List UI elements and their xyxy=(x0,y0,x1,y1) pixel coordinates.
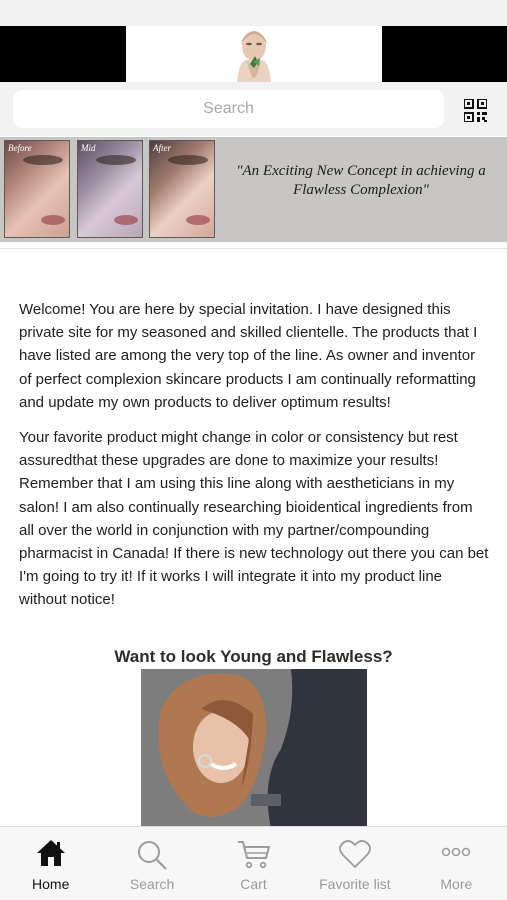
tab-cart[interactable]: Cart xyxy=(203,827,304,900)
search-bar xyxy=(0,84,507,136)
owner-photo xyxy=(141,669,367,829)
mid-label: Mid xyxy=(81,143,96,153)
tab-favorite-label: Favorite list xyxy=(319,876,391,892)
promo-banner[interactable]: Before Mid After "An Exciting New Concep… xyxy=(0,137,507,242)
cta-heading: Want to look Young and Flawless? xyxy=(114,647,393,666)
search-field[interactable] xyxy=(13,90,444,128)
after-photo: After xyxy=(149,140,215,238)
owner-photo-image xyxy=(141,669,367,829)
tab-home[interactable]: Home xyxy=(0,827,101,900)
welcome-paragraph: Welcome! You are here by special invitat… xyxy=(19,301,478,411)
logo-container[interactable] xyxy=(126,26,382,82)
tab-more-label: More xyxy=(440,876,473,892)
more-icon xyxy=(442,847,471,857)
mid-photo: Mid xyxy=(77,140,143,238)
tab-more[interactable]: More xyxy=(406,827,507,900)
tab-favorite-list[interactable]: Favorite list xyxy=(304,827,405,900)
heart-icon xyxy=(339,840,371,868)
cart-icon xyxy=(237,841,270,869)
logo-band xyxy=(0,26,507,82)
tab-cart-label: Cart xyxy=(240,876,267,892)
after-label: After xyxy=(153,143,171,153)
search-input[interactable] xyxy=(13,100,444,118)
before-photo: Before xyxy=(4,140,70,238)
tab-search[interactable]: Search xyxy=(101,827,202,900)
app-header xyxy=(0,0,507,84)
home-icon xyxy=(36,840,65,866)
search-icon xyxy=(138,841,167,870)
tab-bar: Home Search Cart Favorite list More xyxy=(0,826,507,900)
upgrade-paragraph: Your favorite product might change in co… xyxy=(19,429,489,609)
qr-code-icon[interactable] xyxy=(464,99,487,122)
divider xyxy=(0,248,507,249)
tab-search-label: Search xyxy=(129,876,175,892)
woman-face-logo xyxy=(225,26,283,82)
before-label: Before xyxy=(8,143,32,153)
banner-quote: "An Exciting New Concept in achieving a … xyxy=(236,163,486,198)
welcome-text: Welcome! You are here by special invitat… xyxy=(19,298,489,624)
tab-home-label: Home xyxy=(32,876,70,892)
